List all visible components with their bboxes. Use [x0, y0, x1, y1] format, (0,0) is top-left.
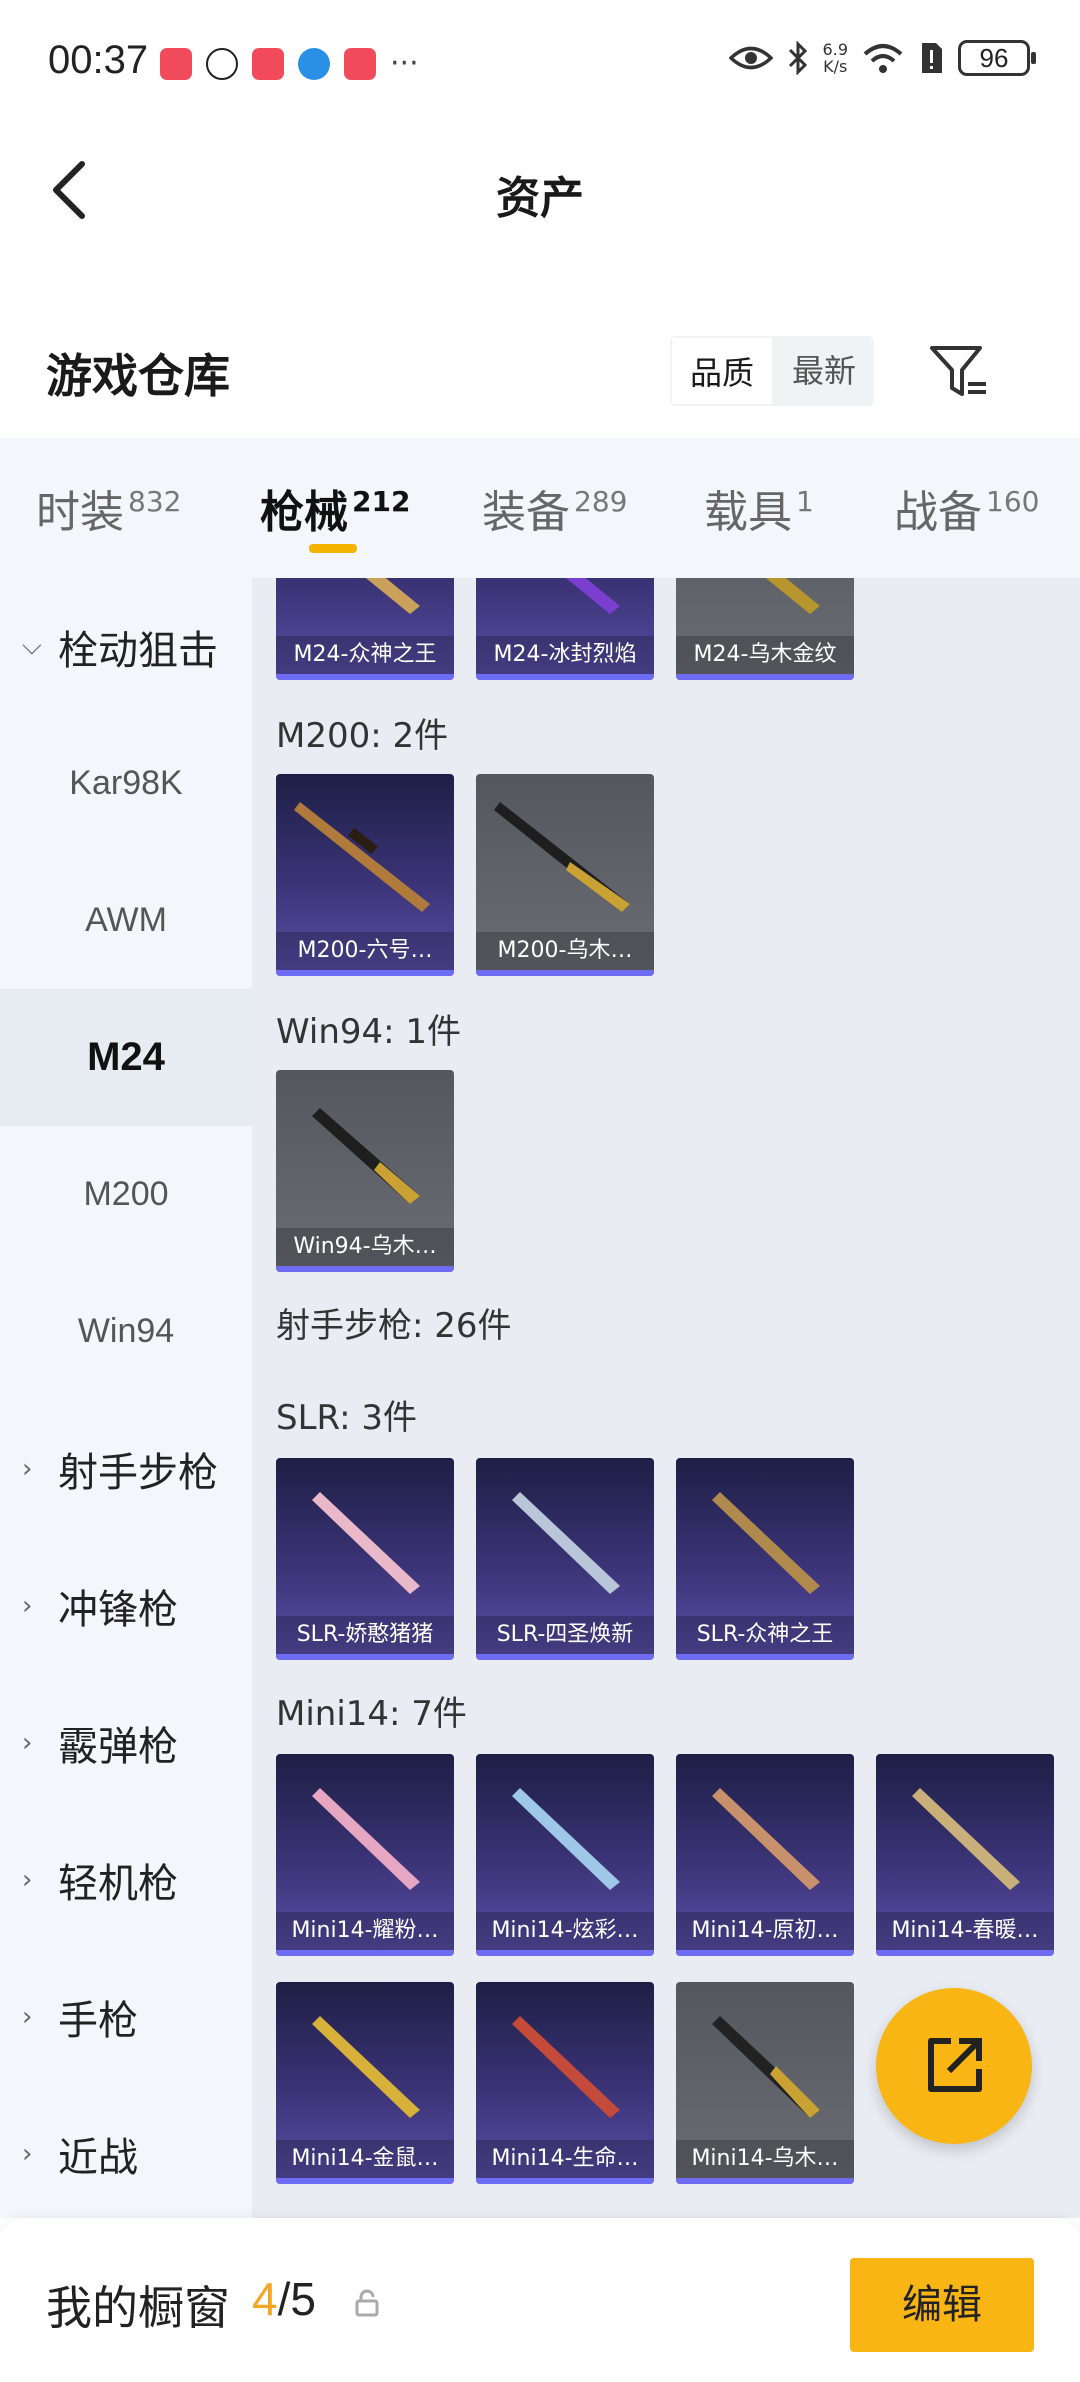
- rifle-icon: [712, 2016, 820, 2118]
- filter-button[interactable]: [926, 338, 992, 404]
- sort-toggle: 品质 最新: [670, 336, 875, 406]
- rifle-icon: [512, 2016, 620, 2118]
- chevron-right-icon: ›: [22, 1727, 33, 1758]
- sort-quality-button[interactable]: 品质: [670, 336, 775, 406]
- status-time: 00:37: [48, 38, 149, 82]
- chevron-right-icon: ›: [22, 2138, 33, 2169]
- item-card[interactable]: M200-六号…: [276, 774, 454, 976]
- section-label-slr: SLR: 3件: [276, 1398, 417, 1438]
- tab-gear[interactable]: 战备 160: [894, 476, 1039, 540]
- category-tabs: 时装 832 枪械 212 装备 289 载具 1 战备 160: [0, 438, 1080, 578]
- sidebar-item-m24[interactable]: M24: [0, 989, 252, 1126]
- warehouse-title: 游戏仓库: [46, 349, 230, 403]
- browser-icon: [298, 47, 330, 80]
- wifi-icon: [863, 44, 903, 73]
- sidebar-item-pistol[interactable]: › 手枪: [0, 1948, 252, 2085]
- sim-alert-icon: [922, 43, 942, 73]
- rifle-icon: [312, 1788, 420, 1890]
- sidebar-item-lmg[interactable]: › 轻机枪: [0, 1811, 252, 1948]
- rifle-icon: [312, 1108, 420, 1204]
- tab-vehicles[interactable]: 载具 1: [704, 476, 814, 540]
- status-bar: 00:37 ··· 6.9 K/s 96: [0, 0, 1080, 120]
- sniper-rifle-icon: [294, 802, 430, 912]
- shopping-app-icon: [344, 47, 376, 80]
- item-card[interactable]: SLR-四圣焕新: [476, 1458, 654, 1660]
- item-card[interactable]: Win94-乌木…: [276, 1070, 454, 1272]
- item-card[interactable]: Mini14-春暖…: [876, 1754, 1054, 1956]
- page-title: 资产: [496, 173, 584, 224]
- showcase-count: 4/5: [252, 2273, 316, 2325]
- eye-icon: [728, 46, 773, 70]
- rifle-icon: [512, 1492, 620, 1594]
- item-card[interactable]: SLR-众神之王: [676, 1458, 854, 1660]
- item-card[interactable]: Mini14-耀粉…: [276, 1754, 454, 1956]
- chevron-right-icon: ›: [22, 2001, 33, 2032]
- sidebar-item-win94[interactable]: Win94: [0, 1263, 252, 1400]
- sidebar-item-shotgun[interactable]: › 霰弹枪: [0, 1674, 252, 1811]
- chevron-right-icon: ›: [22, 1453, 33, 1484]
- item-card[interactable]: Mini14-乌木…: [676, 1982, 854, 2184]
- rifle-icon: [912, 1788, 1020, 1890]
- lock-icon: [355, 2289, 379, 2317]
- showcase-title: 我的橱窗: [46, 2281, 230, 2335]
- item-card[interactable]: M24-冰封烈焰: [476, 578, 654, 680]
- rifle-icon: [565, 578, 620, 614]
- system-icons: 6.9 K/s 96: [728, 40, 1036, 76]
- sidebar-item-kar98k[interactable]: Kar98K: [0, 715, 252, 852]
- more-notifications-icon: ···: [390, 46, 419, 81]
- sidebar-item-awm[interactable]: AWM: [0, 852, 252, 989]
- chevron-right-icon: ›: [22, 1864, 33, 1895]
- sort-latest-button[interactable]: 最新: [774, 336, 874, 406]
- chevron-down-icon: ⌵: [22, 631, 42, 661]
- tab-firearms[interactable]: 枪械 212: [260, 476, 410, 540]
- rifle-icon: [712, 1492, 820, 1594]
- sniper-rifle-icon: [494, 802, 630, 912]
- weapon-category-sidebar: ⌵ 栓动狙击 Kar98K AWM M24 M200 Win94 › 射手步枪 › 冲…: [0, 578, 252, 2218]
- item-card[interactable]: Mini14-炫彩…: [476, 1754, 654, 1956]
- item-card[interactable]: Mini14-生命…: [476, 1982, 654, 2184]
- share-floating-button[interactable]: [876, 1988, 1032, 2144]
- rifle-icon: [312, 1492, 420, 1594]
- warehouse-row: 游戏仓库 品质 最新: [0, 320, 1080, 440]
- showcase-bar: 我的橱窗 4/5 编辑: [0, 2218, 1080, 2382]
- item-card[interactable]: M24-乌木金纹: [676, 578, 854, 680]
- battery-indicator: 96: [958, 40, 1036, 76]
- rifle-icon: [712, 1788, 820, 1890]
- sidebar-item-smg[interactable]: › 冲锋枪: [0, 1537, 252, 1674]
- section-label-marksman-rifle: 射手步枪: 26件: [276, 1306, 512, 1346]
- section-label-m200: M200: 2件: [276, 716, 449, 756]
- section-label-win94: Win94: 1件: [276, 1012, 462, 1052]
- notification-icons: ···: [160, 46, 419, 81]
- shopping-app-icon: [252, 47, 284, 80]
- sidebar-item-melee[interactable]: › 近战: [0, 2085, 252, 2218]
- rifle-icon: [512, 1788, 620, 1890]
- rifle-icon: [365, 578, 420, 614]
- sidebar-item-m200[interactable]: M200: [0, 1126, 252, 1263]
- chevron-right-icon: ›: [22, 1590, 33, 1621]
- section-label-mini14: Mini14: 7件: [276, 1694, 467, 1734]
- item-card[interactable]: SLR-娇憨猪猪: [276, 1458, 454, 1660]
- external-link-icon: [928, 2038, 982, 2092]
- item-card[interactable]: M24-众神之王: [276, 578, 454, 680]
- item-card[interactable]: Mini14-原初…: [676, 1754, 854, 1956]
- item-card[interactable]: Mini14-金鼠…: [276, 1982, 454, 2184]
- sidebar-item-marksman-rifle[interactable]: › 射手步枪: [0, 1400, 252, 1537]
- rifle-icon: [312, 2016, 420, 2118]
- tab-fashion[interactable]: 时装 832: [36, 476, 181, 540]
- item-grid: M24-众神之王 M24-冰封烈焰 M24-乌木金纹 M200: 2件 M200…: [252, 578, 1080, 2218]
- active-tab-indicator: [309, 544, 357, 553]
- tab-equipment[interactable]: 装备 289: [482, 476, 627, 540]
- item-card[interactable]: M200-乌木…: [476, 774, 654, 976]
- network-speed: 6.9 K/s: [822, 40, 848, 76]
- edit-button[interactable]: 编辑: [850, 2258, 1034, 2352]
- filter-icon: [930, 346, 986, 396]
- qq-penguin-icon: [206, 47, 238, 80]
- sidebar-item-bolt-action[interactable]: ⌵ 栓动狙击: [0, 578, 252, 715]
- page-header: 资产: [0, 120, 1080, 260]
- rifle-icon: [765, 578, 820, 614]
- shopping-app-icon: [160, 47, 192, 80]
- bluetooth-icon: [788, 41, 807, 75]
